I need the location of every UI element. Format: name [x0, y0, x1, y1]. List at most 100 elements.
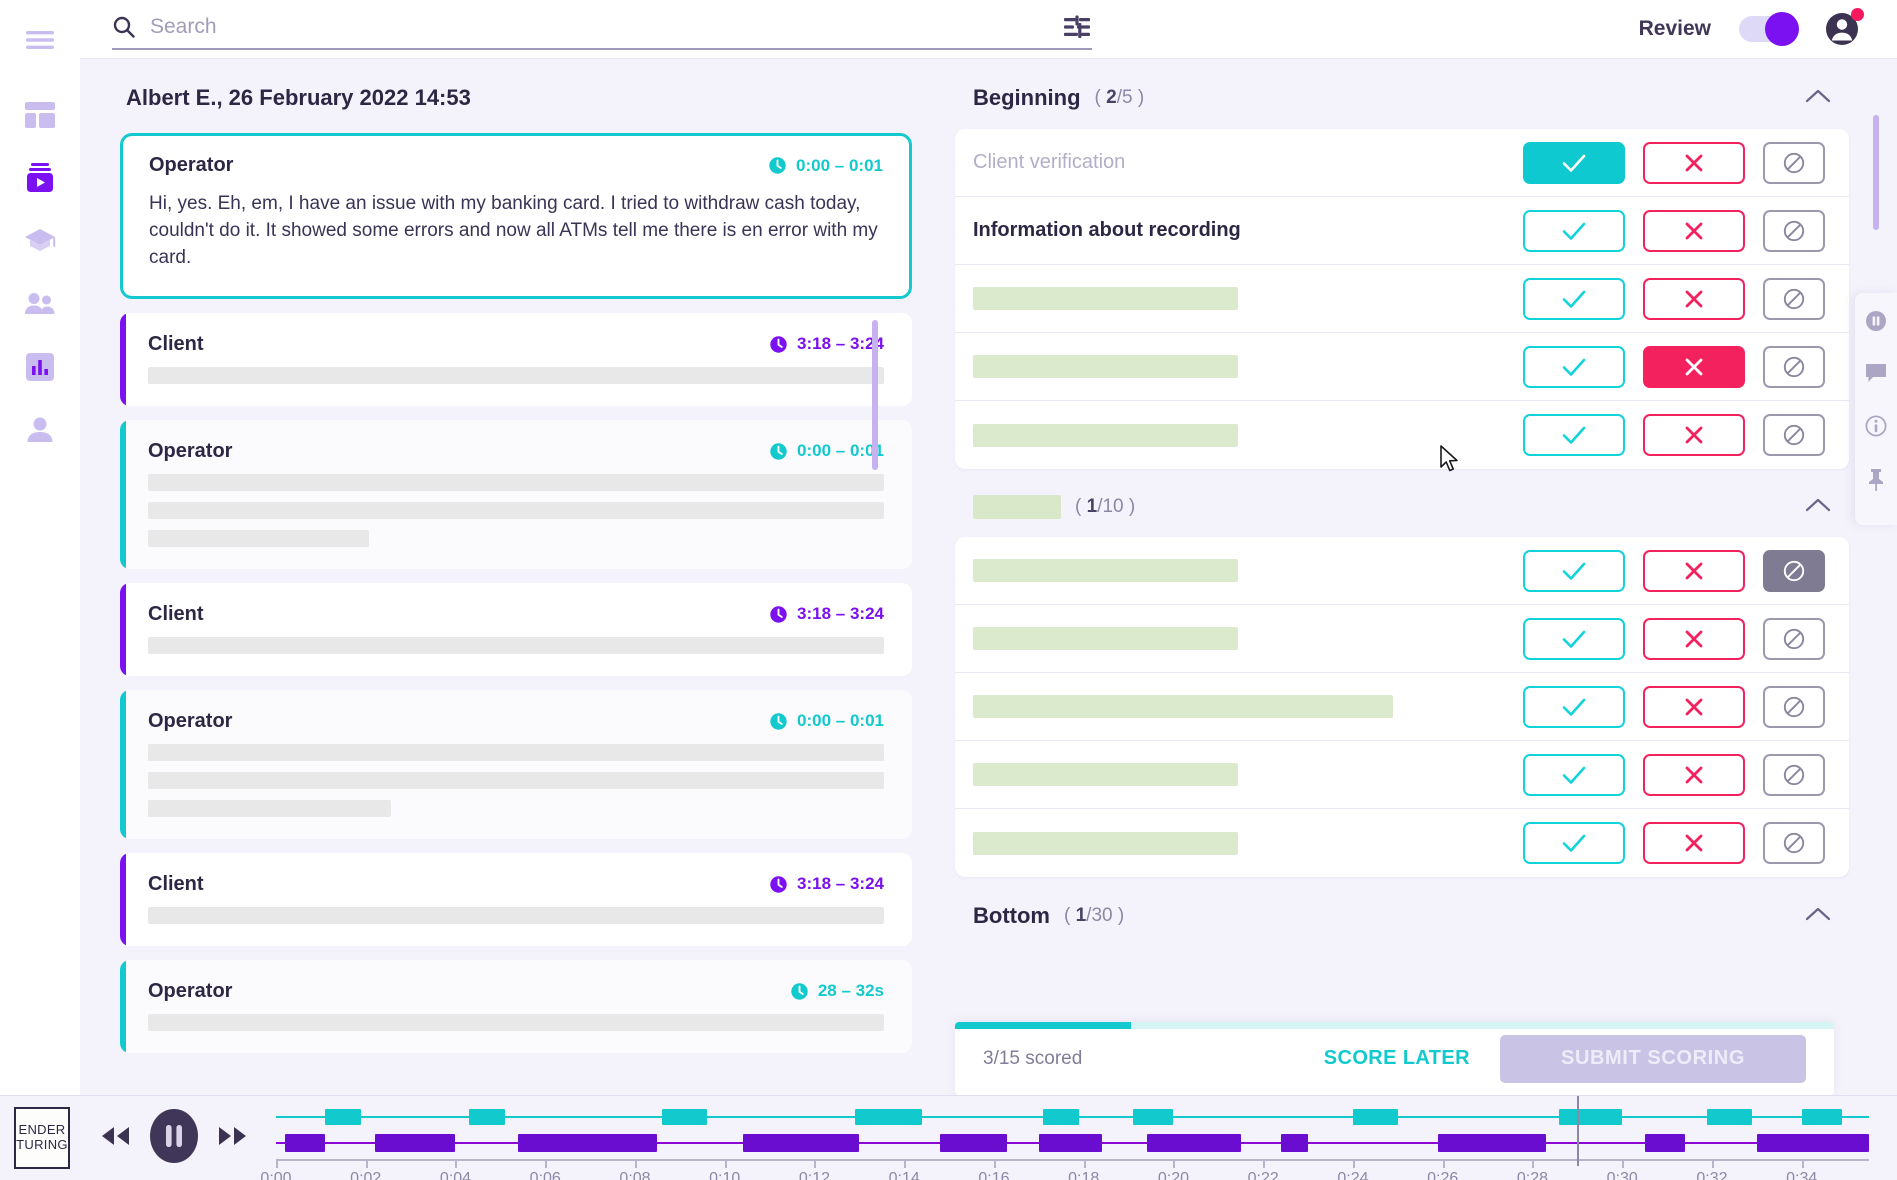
score-na-button[interactable] [1763, 822, 1825, 864]
score-pass-button[interactable] [1523, 685, 1625, 728]
scoring-section-header[interactable]: Bottom ( 1/30 ) [955, 877, 1849, 947]
play-pause-button[interactable] [148, 1107, 200, 1170]
score-fail-button[interactable] [1643, 345, 1745, 388]
sidebar-item-training[interactable] [18, 219, 62, 263]
account-button[interactable] [1823, 8, 1864, 49]
score-fail-button[interactable] [1643, 549, 1745, 592]
check-icon [1562, 222, 1586, 240]
rewind-icon[interactable] [98, 1125, 132, 1152]
transcript-bubble[interactable]: Operator 28 – 32s [120, 959, 912, 1053]
criterion-label-redacted [973, 355, 1238, 378]
transcript-bubble[interactable]: Client 3:18 – 3:24 [120, 582, 912, 676]
transcript-bubble[interactable]: Operator 0:00 – 0:01 [120, 419, 912, 569]
check-icon [1562, 630, 1586, 648]
scoring-section-header[interactable]: ( 1/10 ) [955, 469, 1849, 537]
comment-icon[interactable] [1865, 363, 1887, 389]
submit-scoring-button[interactable]: SUBMIT SCORING [1500, 1034, 1806, 1083]
scoring-section-header[interactable]: Beginning ( 2/5 ) [955, 59, 1849, 129]
operator-speech-segment [1043, 1108, 1080, 1125]
score-na-button[interactable] [1763, 414, 1825, 456]
score-fail-button[interactable] [1643, 141, 1745, 184]
scoring-scrollbar[interactable] [1873, 115, 1879, 230]
score-buttons [1523, 617, 1825, 660]
section-count: ( 1/10 ) [1075, 496, 1136, 517]
score-fail-button[interactable] [1643, 414, 1745, 456]
bubble-timestamp: 28 – 32s [790, 981, 884, 1001]
score-pass-button[interactable] [1523, 549, 1625, 592]
transcript-bubble[interactable]: Operator 0:00 – 0:01 [120, 689, 912, 839]
score-na-button[interactable] [1763, 209, 1825, 252]
timeline-tick-label: 0:28 [1516, 1169, 1549, 1180]
scoring-row: Information about recording [955, 197, 1849, 265]
score-pass-button[interactable] [1523, 345, 1625, 388]
fast-forward-icon[interactable] [216, 1125, 250, 1152]
sidebar-item-teams[interactable] [18, 282, 62, 326]
timeline-tick-label: 0:30 [1606, 1169, 1638, 1180]
audio-timeline[interactable]: 0:00 0:02 0:04 0:06 0:08 0:10 0:12 0:14 0:16 0:18… [260, 1095, 1869, 1180]
not-applicable-icon [1783, 628, 1805, 649]
score-fail-button[interactable] [1643, 753, 1745, 796]
score-pass-button[interactable] [1523, 753, 1625, 796]
tune-icon[interactable] [1062, 14, 1092, 40]
check-icon [1562, 154, 1586, 172]
score-na-button[interactable] [1763, 685, 1825, 728]
sidebar-item-recordings[interactable] [18, 156, 62, 200]
clock-icon [769, 157, 786, 174]
score-later-button[interactable]: SCORE LATER [1324, 1047, 1470, 1070]
transcript-bubble[interactable]: Client 3:18 – 3:24 [120, 852, 912, 946]
info-icon[interactable] [1865, 415, 1887, 442]
sidebar-item-profile[interactable] [18, 408, 62, 452]
score-fail-button[interactable] [1643, 277, 1745, 320]
pin-icon[interactable] [1866, 468, 1886, 497]
score-na-button[interactable] [1763, 617, 1825, 660]
pause-circle-icon[interactable] [1865, 310, 1887, 337]
scoring-row [955, 333, 1849, 401]
submit-bar: 3/15 scored SCORE LATER SUBMIT SCORING [955, 1022, 1834, 1095]
timeline-tick [634, 1158, 637, 1168]
score-fail-button[interactable] [1643, 617, 1745, 660]
transcript-scrollbar[interactable] [872, 320, 878, 470]
right-tool-panel [1855, 293, 1897, 525]
client-speech-segment [1038, 1133, 1102, 1152]
score-fail-button[interactable] [1643, 209, 1745, 252]
score-fail-button[interactable] [1643, 822, 1745, 864]
close-icon [1685, 290, 1703, 307]
not-applicable-icon [1783, 288, 1805, 309]
score-na-button[interactable] [1763, 141, 1825, 184]
score-na-button[interactable] [1763, 277, 1825, 320]
section-title-redacted [973, 495, 1061, 519]
search-input[interactable] [150, 15, 1048, 39]
score-pass-button[interactable] [1523, 141, 1625, 184]
sidebar-item-menu[interactable] [18, 18, 62, 62]
section-collapse-toggle[interactable] [1805, 497, 1831, 518]
operator-speech-segment [1352, 1108, 1398, 1125]
score-na-button[interactable] [1763, 753, 1825, 796]
timeline-tick [904, 1158, 907, 1168]
scoring-row [955, 537, 1849, 605]
sidebar-item-analytics[interactable] [18, 345, 62, 389]
clock-icon [770, 443, 787, 460]
section-collapse-toggle[interactable] [1805, 906, 1831, 927]
score-pass-button[interactable] [1523, 414, 1625, 456]
score-na-button[interactable] [1763, 345, 1825, 388]
score-pass-button[interactable] [1523, 209, 1625, 252]
timeline-tick-label: 0:04 [439, 1169, 472, 1180]
transcript-bubble[interactable]: Client 3:18 – 3:24 [120, 312, 912, 406]
search-bar[interactable] [112, 8, 1092, 50]
score-pass-button[interactable] [1523, 277, 1625, 320]
review-toggle[interactable] [1739, 12, 1799, 46]
timeline-tick [1622, 1158, 1625, 1168]
score-fail-button[interactable] [1643, 685, 1745, 728]
score-buttons [1523, 753, 1825, 796]
sidebar-item-dashboard[interactable] [18, 93, 62, 137]
playhead[interactable] [1577, 1095, 1580, 1166]
bubble-header: Operator 28 – 32s [148, 980, 884, 1003]
score-pass-button[interactable] [1523, 822, 1625, 864]
timeline-tick [814, 1158, 817, 1168]
score-na-button[interactable] [1763, 549, 1825, 592]
transcript-bubble[interactable]: Operator 0:00 – 0:01 Hi, yes. Eh, em, I … [120, 133, 912, 299]
not-applicable-icon [1783, 764, 1805, 785]
score-pass-button[interactable] [1523, 617, 1625, 660]
section-collapse-toggle[interactable] [1805, 88, 1831, 109]
bubble-timestamp: 0:00 – 0:01 [768, 156, 883, 176]
